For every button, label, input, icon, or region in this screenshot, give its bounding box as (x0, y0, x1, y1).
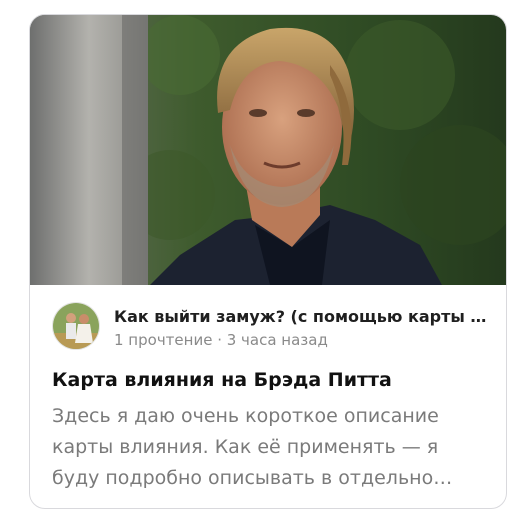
article-meta: Как выйти замуж? (с помощью карты … 1 пр… (52, 302, 492, 352)
article-stats: 1 прочтение · 3 часа назад (114, 331, 328, 349)
article-cover-image[interactable] (30, 15, 506, 285)
article-snippet[interactable]: Здесь я даю очень короткое описание карт… (52, 401, 486, 497)
channel-name[interactable]: Как выйти замуж? (с помощью карты … (114, 307, 492, 326)
article-title[interactable]: Карта влияния на Брэда Питта (52, 369, 492, 391)
channel-avatar[interactable] (52, 302, 100, 350)
article-card[interactable]: Как выйти замуж? (с помощью карты … 1 пр… (29, 14, 507, 509)
couple-avatar-icon (53, 303, 99, 349)
